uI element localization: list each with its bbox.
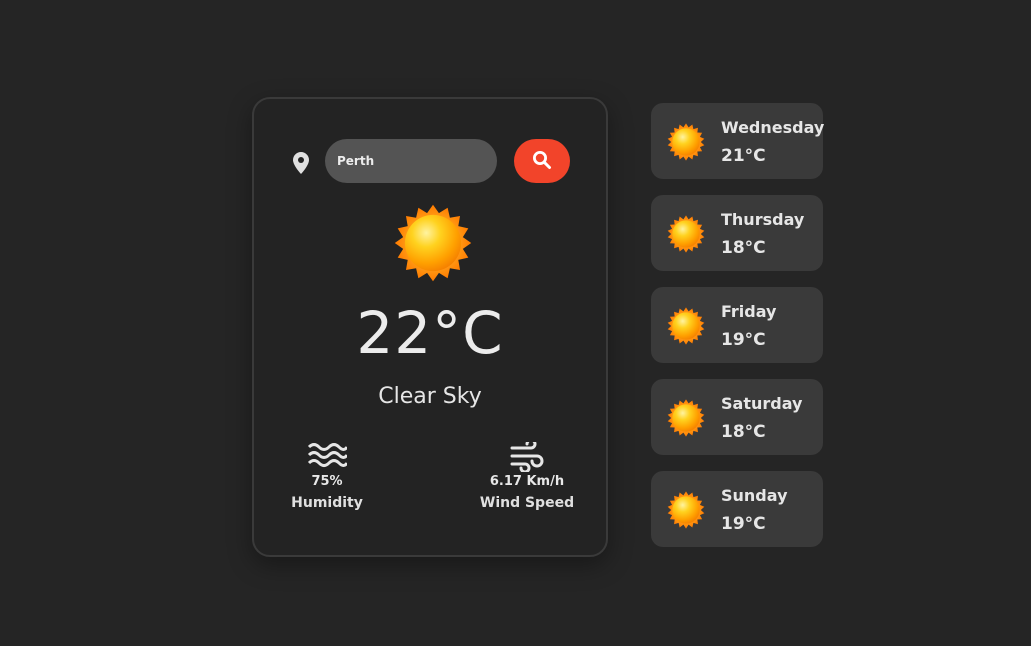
- weather-card: 22°C Clear Sky 75% Humidity 6.17 Km/h Wi…: [252, 97, 608, 557]
- sun-icon: [394, 204, 472, 282]
- forecast-card-saturday: Saturday 18°C: [651, 379, 823, 455]
- wind-stat: 6.17 Km/h Wind Speed: [472, 438, 582, 511]
- forecast-day: Thursday: [721, 210, 805, 229]
- search-icon: [532, 150, 552, 173]
- weather-description: Clear Sky: [378, 384, 482, 409]
- wind-label: Wind Speed: [479, 495, 575, 511]
- wind-value: 6.17 Km/h: [489, 474, 565, 489]
- city-search-input[interactable]: [325, 139, 497, 183]
- forecast-day: Saturday: [721, 394, 803, 413]
- waves-icon: [307, 442, 349, 472]
- sun-icon: [667, 491, 705, 529]
- humidity-value: 75%: [311, 474, 343, 489]
- forecast-temperature: 18°C: [721, 422, 766, 442]
- forecast-temperature: 19°C: [721, 330, 766, 350]
- current-temperature: 22°C: [356, 299, 504, 367]
- forecast-temperature: 19°C: [721, 514, 766, 534]
- forecast-temperature: 21°C: [721, 146, 766, 166]
- forecast-day: Friday: [721, 302, 777, 321]
- sun-icon: [667, 399, 705, 437]
- forecast-day: Wednesday: [721, 118, 825, 137]
- forecast-card-sunday: Sunday 19°C: [651, 471, 823, 547]
- forecast-card-thursday: Thursday 18°C: [651, 195, 823, 271]
- forecast-day: Sunday: [721, 486, 788, 505]
- location-pin-icon: [292, 152, 310, 174]
- sun-icon: [667, 215, 705, 253]
- wind-icon: [507, 438, 547, 474]
- forecast-card-friday: Friday 19°C: [651, 287, 823, 363]
- sun-icon: [667, 123, 705, 161]
- humidity-stat: 75% Humidity: [272, 442, 382, 511]
- sun-icon: [667, 307, 705, 345]
- search-button[interactable]: [514, 139, 570, 183]
- humidity-label: Humidity: [291, 495, 363, 511]
- forecast-card-wednesday: Wednesday 21°C: [651, 103, 825, 179]
- forecast-temperature: 18°C: [721, 238, 766, 258]
